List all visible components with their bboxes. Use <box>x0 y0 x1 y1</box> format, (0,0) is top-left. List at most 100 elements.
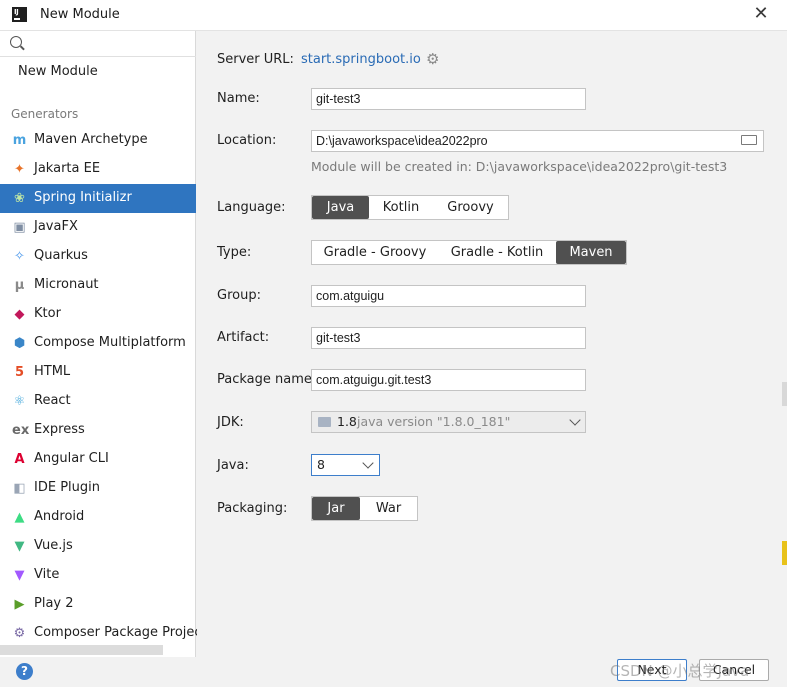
generator-item[interactable]: ▣ JavaFX <box>0 213 196 242</box>
maven-icon: m <box>12 133 27 148</box>
packaging-selector: Jar War <box>311 496 418 521</box>
jakarta-icon: ✦ <box>14 162 25 177</box>
packaging-option-war[interactable]: War <box>360 497 417 520</box>
group-field[interactable] <box>311 285 586 307</box>
generator-item[interactable]: μ Micronaut <box>0 271 196 300</box>
generator-item-label: Ktor <box>34 306 61 321</box>
java-version-value: 8 <box>317 457 325 472</box>
generator-item[interactable]: ▼ Vue.js <box>0 532 196 561</box>
type-option-gradle-groovy[interactable]: Gradle - Groovy <box>312 241 438 264</box>
generators-sidebar: New Module Generators m Maven Archetype ✦ J… <box>0 31 207 657</box>
generator-item[interactable]: ▼ Vite <box>0 561 196 590</box>
generator-item[interactable]: ex Express <box>0 416 196 445</box>
generator-item[interactable]: ◆ Ktor <box>0 300 196 329</box>
jdk-folder-icon <box>318 417 331 427</box>
artifact-label: Artifact: <box>217 330 270 345</box>
generator-item-label: Play 2 <box>34 596 74 611</box>
spring-icon: ❀ <box>14 191 25 206</box>
micronaut-icon: μ <box>14 278 25 293</box>
generator-item[interactable]: ✦ Jakarta EE <box>0 155 196 184</box>
jdk-description: java version "1.8.0_181" <box>357 414 511 429</box>
type-option-maven[interactable]: Maven <box>556 241 626 264</box>
help-icon[interactable]: ? <box>16 663 33 680</box>
generator-item-label: Vue.js <box>34 538 73 553</box>
packaging-option-jar[interactable]: Jar <box>312 497 360 520</box>
generator-item-label: Micronaut <box>34 277 99 292</box>
generator-item[interactable]: ▲ Android <box>0 503 196 532</box>
generator-item-label: Compose Multiplatform <box>34 335 186 350</box>
new-module-item[interactable]: New Module <box>18 64 98 79</box>
express-icon: ex <box>12 423 30 438</box>
folder-icon[interactable] <box>741 135 757 145</box>
generator-item-label: Spring Initializr <box>34 190 132 205</box>
composer-icon: ⚙ <box>13 626 26 641</box>
language-option-groovy[interactable]: Groovy <box>433 196 508 219</box>
generator-item[interactable]: ❀ Spring Initializr <box>0 184 196 213</box>
generator-item-label: Maven Archetype <box>34 132 148 147</box>
name-label: Name: <box>217 91 260 106</box>
generator-item-label: IDE Plugin <box>34 480 100 495</box>
title-bar: IJ New Module ✕ <box>0 0 787 31</box>
location-field[interactable] <box>311 130 764 152</box>
generators-list: m Maven Archetype ✦ Jakarta EE ❀ Spring Initi… <box>0 126 207 648</box>
location-hint: Module will be created in: D:\javaworksp… <box>311 159 728 174</box>
generator-item-label: JavaFX <box>34 219 78 234</box>
close-icon[interactable]: ✕ <box>752 5 770 23</box>
generator-item[interactable]: 5 HTML <box>0 358 196 387</box>
generator-item[interactable]: ⬢ Compose Multiplatform <box>0 329 196 358</box>
android-icon: ▲ <box>14 510 25 525</box>
window-title: New Module <box>40 7 120 22</box>
search-icon <box>10 36 22 48</box>
generator-item[interactable]: ▶ Play 2 <box>0 590 196 619</box>
language-option-kotlin[interactable]: Kotlin <box>369 196 433 219</box>
packaging-label: Packaging: <box>217 501 288 516</box>
generator-item-label: Angular CLI <box>34 451 109 466</box>
play-icon: ▶ <box>14 597 25 612</box>
artifact-field[interactable] <box>311 327 586 349</box>
group-label: Group: <box>217 288 261 303</box>
server-url-label: Server URL: <box>217 52 294 67</box>
chevron-down-icon <box>569 414 581 426</box>
generator-item-label: Quarkus <box>34 248 88 263</box>
search-input[interactable] <box>28 34 188 54</box>
compose-icon: ⬢ <box>13 336 26 351</box>
name-field[interactable] <box>311 88 586 110</box>
edge-marker <box>782 541 787 565</box>
type-option-gradle-kotlin[interactable]: Gradle - Kotlin <box>438 241 556 264</box>
generator-item-label: Android <box>34 509 85 524</box>
jdk-label: JDK: <box>217 415 244 430</box>
java-label: Java: <box>217 458 249 473</box>
generator-item-label: Express <box>34 422 85 437</box>
jdk-select[interactable]: 1.8 java version "1.8.0_181" <box>311 411 586 433</box>
html5-icon: 5 <box>14 365 25 380</box>
angular-icon: A <box>14 452 25 467</box>
generator-item[interactable]: ✧ Quarkus <box>0 242 196 271</box>
generator-item[interactable]: A Angular CLI <box>0 445 196 474</box>
generator-item[interactable]: ◧ IDE Plugin <box>0 474 196 503</box>
package-name-field[interactable] <box>311 369 586 391</box>
type-selector: Gradle - Groovy Gradle - Kotlin Maven <box>311 240 627 265</box>
gear-icon[interactable]: ⚙ <box>426 52 439 67</box>
module-settings-panel: Server URL: start.springboot.io ⚙ Name: … <box>197 31 787 657</box>
horizontal-scrollbar[interactable] <box>0 645 163 655</box>
plugin-icon: ◧ <box>13 481 26 496</box>
generator-item[interactable]: ⚙ Composer Package Project <box>0 619 207 648</box>
generator-item-label: Jakarta EE <box>34 161 101 176</box>
server-url-link[interactable]: start.springboot.io <box>301 52 421 67</box>
react-icon: ⚛ <box>13 394 26 409</box>
generator-item[interactable]: m Maven Archetype <box>0 126 196 155</box>
language-selector: Java Kotlin Groovy <box>311 195 509 220</box>
java-version-select[interactable]: 8 <box>311 454 380 476</box>
dialog-footer: ? Next Cancel CSDN @小总学Java <box>0 657 787 687</box>
generator-item-label: HTML <box>34 364 71 379</box>
package-name-label: Package name: <box>217 372 317 387</box>
language-label: Language: <box>217 200 286 215</box>
search-row <box>0 31 196 57</box>
edge-marker <box>782 382 787 406</box>
type-label: Type: <box>217 245 252 260</box>
ktor-icon: ◆ <box>14 307 25 322</box>
jdk-version: 1.8 <box>337 414 357 429</box>
javafx-icon: ▣ <box>13 220 26 235</box>
language-option-java[interactable]: Java <box>312 196 369 219</box>
generator-item[interactable]: ⚛ React <box>0 387 196 416</box>
